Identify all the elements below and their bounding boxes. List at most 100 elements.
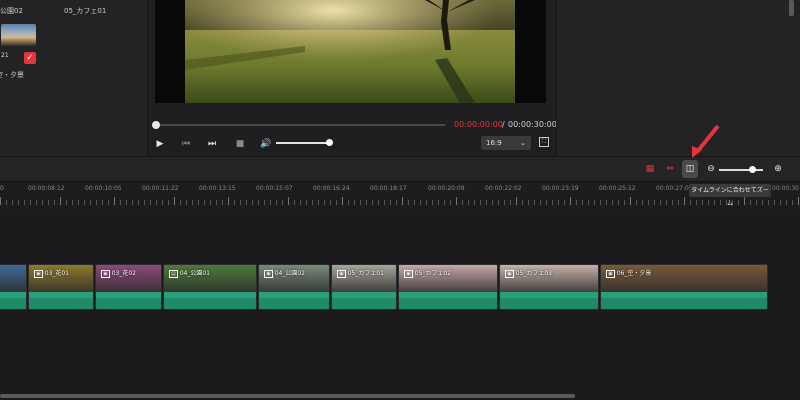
- ruler-tick: [270, 200, 271, 205]
- media-thumbnail[interactable]: [1, 24, 36, 46]
- ruler-tick: [300, 200, 301, 205]
- timeline-clip[interactable]: ▣ 04_公園02: [258, 264, 330, 310]
- clip-bar: [399, 292, 497, 298]
- ruler-tick: [378, 200, 379, 205]
- progress-handle[interactable]: [152, 121, 160, 129]
- ruler-tick: [624, 200, 625, 205]
- ruler-tick: [138, 200, 139, 205]
- play-icon[interactable]: ▶: [154, 138, 166, 150]
- ruler-tick: [684, 197, 685, 205]
- zoom-to-fit-button[interactable]: ◫: [682, 160, 698, 178]
- clip-label: ▣ 05_カフェ01: [337, 270, 385, 278]
- next-frame-icon[interactable]: ⏭: [206, 138, 218, 150]
- ruler-tick: [714, 200, 715, 205]
- timeline-clip[interactable]: ▣ 05_カフェ01: [331, 264, 397, 310]
- ruler-tick: [768, 200, 769, 205]
- clip-thumbnail: [0, 265, 26, 292]
- ruler-tick: [426, 200, 427, 205]
- ruler-tick: [546, 200, 547, 205]
- ruler-tick: [708, 200, 709, 205]
- ruler-tick: [510, 200, 511, 205]
- ruler-tick: [102, 200, 103, 205]
- ruler-tick: [678, 200, 679, 205]
- ruler-tick: [120, 200, 121, 205]
- ruler-tick: [258, 200, 259, 205]
- split-icon[interactable]: ▦: [643, 162, 657, 176]
- timeline-clip[interactable]: ▣ 05_カフェ02: [398, 264, 498, 310]
- ruler-tick: [294, 200, 295, 205]
- ruler-label: 00:00:25:12: [599, 185, 636, 192]
- timeline-clip[interactable]: ▣ 05_カフェ03: [499, 264, 599, 310]
- ruler-tick: [324, 200, 325, 205]
- scrollbar[interactable]: [789, 0, 794, 16]
- ruler-tick: [402, 197, 403, 205]
- ruler-tick: [594, 200, 595, 205]
- zoom-out-icon[interactable]: ⊖: [704, 162, 718, 176]
- ruler-tick: [504, 200, 505, 205]
- ruler-tick: [444, 200, 445, 205]
- ruler-label: 00:00:13:15: [199, 185, 236, 192]
- fullscreen-icon[interactable]: ⛶: [539, 137, 549, 147]
- ruler-tick: [42, 200, 43, 205]
- ruler-label: 00:00:22:02: [485, 185, 522, 192]
- ruler-tick: [222, 200, 223, 205]
- ruler-tick: [474, 200, 475, 205]
- ruler-tick: [606, 200, 607, 205]
- ruler-tick: [240, 200, 241, 205]
- ruler-tick: [312, 200, 313, 205]
- tooltip: タイムラインに合わせてズーム: [689, 184, 771, 207]
- total-timecode: 00:00:30:00: [508, 120, 557, 129]
- ruler-label: 00:00:11:22: [142, 185, 179, 192]
- timeline-toolbar: [0, 156, 800, 182]
- ruler-tick: [408, 200, 409, 205]
- timeline-clip[interactable]: ▣ 06_空・夕景: [600, 264, 768, 310]
- ruler-tick: [666, 200, 667, 205]
- ruler-tick: [126, 200, 127, 205]
- volume-handle[interactable]: [326, 139, 333, 146]
- ruler-tick: [30, 200, 31, 205]
- ruler-tick: [318, 200, 319, 205]
- clip-bar: [0, 292, 26, 298]
- horizontal-scrollbar[interactable]: [0, 394, 575, 398]
- ruler-tick: [414, 200, 415, 205]
- ruler-tick: [642, 200, 643, 205]
- ruler-tick: [450, 200, 451, 205]
- ruler-tick: [342, 197, 343, 205]
- ruler-tick: [162, 200, 163, 205]
- ruler-tick: [432, 200, 433, 205]
- ruler-tick: [216, 200, 217, 205]
- zoom-handle[interactable]: [749, 166, 756, 173]
- zoom-in-icon[interactable]: ⊕: [771, 162, 785, 176]
- progress-track[interactable]: [155, 124, 445, 126]
- ruler-tick: [480, 200, 481, 205]
- timeline-clip[interactable]: ▣ 03_花02: [95, 264, 162, 310]
- media-item-label: 公園02: [0, 7, 23, 15]
- ruler-tick: [336, 200, 337, 205]
- image-icon: ▣: [404, 270, 413, 278]
- timeline-clip[interactable]: ▤ 04_公園01: [163, 264, 257, 310]
- ruler-tick: [696, 200, 697, 205]
- volume-slider[interactable]: [276, 142, 330, 144]
- volume-icon[interactable]: 🔊: [260, 138, 272, 150]
- ruler-tick: [282, 200, 283, 205]
- image-icon: ▣: [34, 270, 43, 278]
- image-icon: ▣: [264, 270, 273, 278]
- ruler-tick: [174, 197, 175, 205]
- ruler-tick: [168, 200, 169, 205]
- ruler-tick: [54, 200, 55, 205]
- ruler-tick: [462, 200, 463, 205]
- image-icon: ▣: [337, 270, 346, 278]
- trim-icon[interactable]: ⇔: [663, 162, 677, 176]
- image-icon: ▣: [505, 270, 514, 278]
- zoom-slider[interactable]: [719, 169, 763, 171]
- current-timecode: 00:00:00:00: [454, 120, 503, 129]
- check-icon[interactable]: ✓: [24, 52, 36, 64]
- ruler-tick: [456, 197, 457, 205]
- stop-icon[interactable]: ■: [234, 138, 246, 150]
- previous-frame-icon[interactable]: ⏮: [180, 138, 192, 150]
- timeline-clip[interactable]: [0, 264, 27, 310]
- ruler-tick: [612, 200, 613, 205]
- ruler-tick: [468, 200, 469, 205]
- ruler-tick: [210, 200, 211, 205]
- timeline-clip[interactable]: ▣ 03_花01: [28, 264, 94, 310]
